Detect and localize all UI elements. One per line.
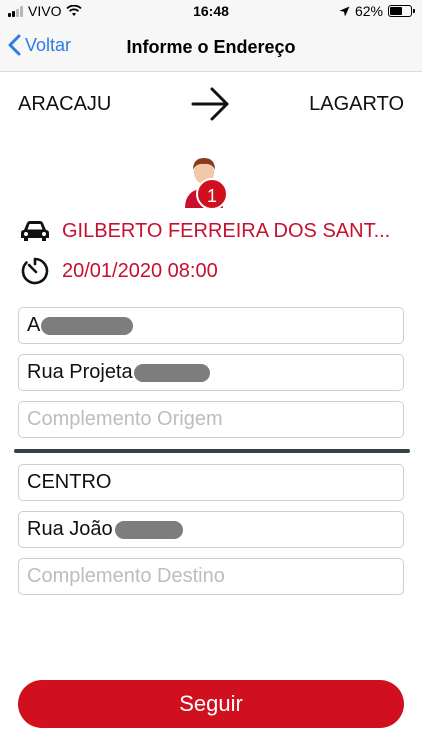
redacted-mask xyxy=(114,520,183,539)
origin-street-input[interactable]: Rua Projeta xyxy=(18,354,404,391)
status-right: 62% xyxy=(339,3,415,19)
origin-neighborhood-value: A xyxy=(27,314,41,336)
page-title: Informe o Endereço xyxy=(126,37,296,57)
route-summary: ARACAJU LAGARTO xyxy=(18,84,404,124)
driver-row: GILBERTO FERREIRA DOS SANT... xyxy=(20,216,404,246)
timer-icon xyxy=(21,257,49,285)
origin-complement-input[interactable]: Complemento Origem xyxy=(18,401,404,438)
battery-percent: 62% xyxy=(354,3,383,19)
origin-street-value: Rua Projeta xyxy=(27,361,133,383)
driver-name: GILBERTO FERREIRA DOS SANT... xyxy=(62,219,391,242)
destination-complement-input[interactable]: Complemento Destino xyxy=(18,558,404,595)
status-bar: VIVO 16:48 62% xyxy=(0,0,422,24)
origin-city: ARACAJU xyxy=(18,92,112,115)
destination-street-input[interactable]: Rua João xyxy=(18,511,404,548)
passenger-count-badge: 1 xyxy=(196,178,228,210)
battery-icon xyxy=(388,5,415,17)
destination-complement-placeholder: Complemento Destino xyxy=(27,565,225,587)
car-icon xyxy=(21,221,49,241)
navigation-bar: Voltar Informe o Endereço xyxy=(0,24,422,72)
datetime-row: 20/01/2020 08:00 xyxy=(20,256,404,286)
destination-city: LAGARTO xyxy=(309,92,404,115)
origin-complement-placeholder: Complemento Origem xyxy=(27,408,223,430)
redacted-mask xyxy=(41,316,134,335)
redacted-mask xyxy=(133,363,210,382)
destination-street-value: Rua João xyxy=(27,518,113,540)
section-divider xyxy=(14,449,410,453)
destination-neighborhood-value: CENTRO xyxy=(27,471,112,493)
destination-neighborhood-input[interactable]: CENTRO xyxy=(18,464,404,501)
continue-button[interactable]: Seguir xyxy=(18,680,404,728)
trip-datetime: 20/01/2020 08:00 xyxy=(62,259,218,282)
location-arrow-icon xyxy=(339,6,350,16)
battery-level xyxy=(390,7,403,15)
arrow-right-icon xyxy=(191,87,229,121)
origin-neighborhood-input[interactable]: A xyxy=(18,307,404,344)
